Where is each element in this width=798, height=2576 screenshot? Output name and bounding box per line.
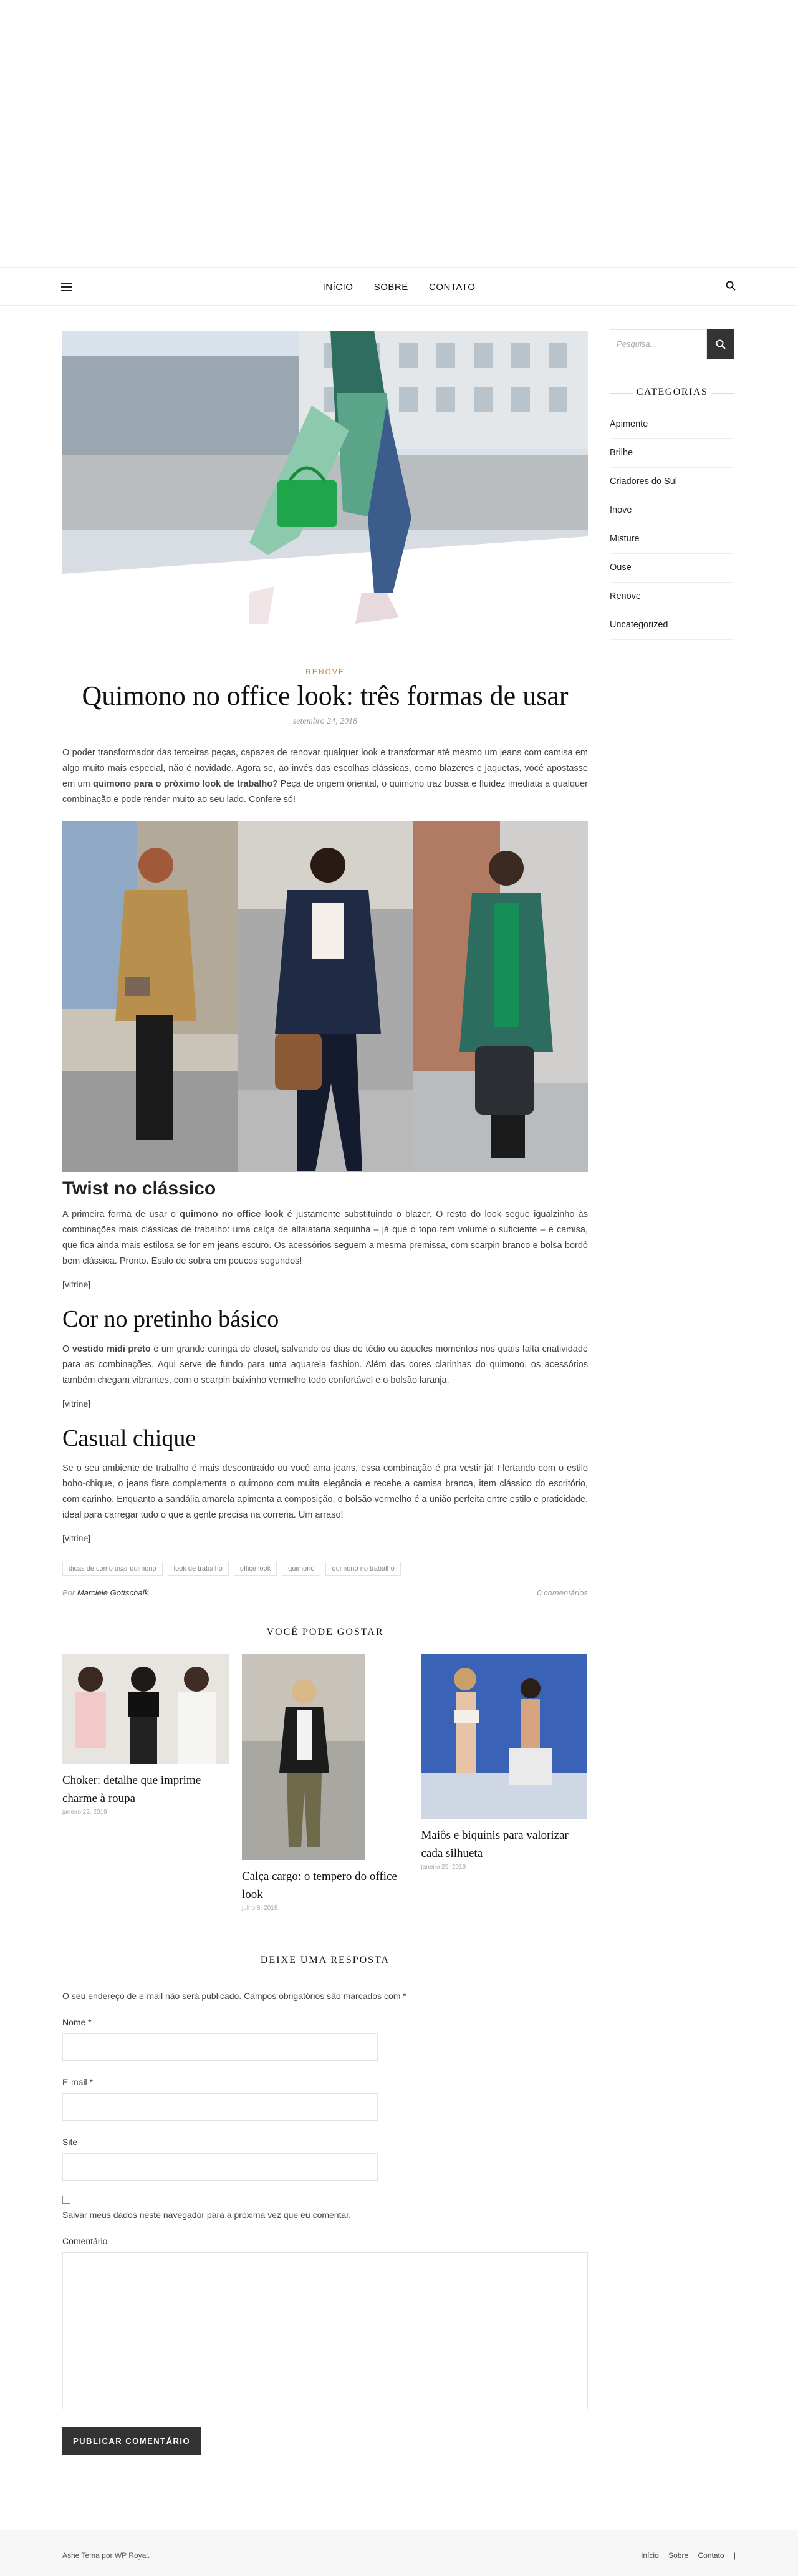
- outfit-photo-1: [62, 821, 238, 1172]
- sidebar: Pesquisa... CATEGORIAS Apimente Brilhe C…: [610, 329, 734, 640]
- nav-menu: INÍCIO SOBRE CONTATO: [0, 281, 798, 293]
- footer-link-contato[interactable]: Contato: [698, 2551, 724, 2560]
- category-link[interactable]: Brilhe: [610, 439, 734, 468]
- post-meta-row: Por Marciele Gottschalk 0 comentários: [62, 1588, 588, 1609]
- save-data-label: Salvar meus dados neste navegador para a…: [62, 2210, 352, 2220]
- vitrine-shortcode-3: [vitrine]: [62, 1533, 91, 1543]
- save-data-checkbox[interactable]: [62, 2196, 70, 2204]
- footer-credit: Ashe Tema por WP Royal.: [62, 2551, 150, 2560]
- related-post-image[interactable]: [62, 1654, 229, 1764]
- category-link[interactable]: Inove: [610, 496, 734, 525]
- category-link[interactable]: Renove: [610, 583, 734, 611]
- related-posts: Choker: detalhe que imprime charme à rou…: [62, 1654, 588, 1912]
- author-byline: Por Marciele Gottschalk: [62, 1588, 148, 1597]
- section-title-pretinho: Cor no pretinho básico: [62, 1306, 279, 1332]
- footer-separator: |: [733, 2551, 736, 2560]
- site-label: Site: [62, 2137, 78, 2147]
- category-link[interactable]: Misture: [610, 525, 734, 554]
- outfit-photo-3: [413, 821, 588, 1172]
- post-tags: dicas de como usar quimono look de traba…: [62, 1562, 588, 1576]
- related-post-date: julho 8, 2019: [242, 1905, 278, 1912]
- tag-link[interactable]: look de trabalho: [167, 1562, 229, 1576]
- category-link[interactable]: Ouse: [610, 554, 734, 583]
- category-link[interactable]: Criadores do Sul: [610, 468, 734, 496]
- post-body: O poder transformador das terceiras peça…: [62, 745, 588, 1543]
- related-post-card[interactable]: Maiôs e biquínis para valorizar cada sil…: [421, 1654, 589, 1912]
- related-post-title[interactable]: Maiôs e biquínis para valorizar cada sil…: [421, 1826, 589, 1862]
- name-label: Nome *: [62, 2017, 92, 2027]
- tag-link[interactable]: office look: [233, 1562, 277, 1576]
- post-category-tag[interactable]: RENOVE: [62, 667, 588, 676]
- comments-count-link[interactable]: 0 comentários: [537, 1588, 588, 1597]
- tag-link[interactable]: dicas de como usar quimono: [62, 1562, 163, 1576]
- tag-link[interactable]: quimono no trabalho: [325, 1562, 401, 1576]
- footer-link-inicio[interactable]: Início: [641, 2551, 659, 2560]
- section-paragraph-casual: Se o seu ambiente de trabalho é mais des…: [62, 1463, 588, 1520]
- main-navbar: INÍCIO SOBRE CONTATO: [0, 267, 798, 306]
- related-post-date: janeiro 22, 2019: [62, 1809, 107, 1816]
- nav-link-inicio[interactable]: INÍCIO: [323, 282, 353, 293]
- sidebar-search: Pesquisa...: [610, 329, 734, 359]
- footer-link-sobre[interactable]: Sobre: [668, 2551, 688, 2560]
- search-icon[interactable]: [726, 281, 736, 291]
- sidebar-search-input[interactable]: Pesquisa...: [610, 329, 707, 359]
- s2-bold: vestido midi preto: [72, 1344, 151, 1354]
- s2-text-a: O: [62, 1344, 72, 1354]
- intro-paragraph: O poder transformador das terceiras peça…: [62, 745, 588, 808]
- categories-list: Apimente Brilhe Criadores do Sul Inove M…: [610, 410, 734, 640]
- nav-link-contato[interactable]: CONTATO: [429, 282, 475, 293]
- post-title: Quimono no office look: três formas de u…: [82, 680, 569, 711]
- intro-bold: quimono para o próximo look de trabalho: [93, 779, 273, 789]
- outfit-triptych-image: [62, 821, 588, 1172]
- author-prefix: Por: [62, 1588, 77, 1597]
- related-post-title[interactable]: Calça cargo: o tempero do office look: [242, 1867, 409, 1904]
- related-post-card[interactable]: Choker: detalhe que imprime charme à rou…: [62, 1654, 229, 1912]
- category-link[interactable]: Uncategorized: [610, 611, 734, 640]
- related-post-card[interactable]: Calça cargo: o tempero do office look ju…: [242, 1654, 409, 1912]
- submit-comment-button[interactable]: PUBLICAR COMENTÁRIO: [62, 2427, 201, 2455]
- nav-link-sobre[interactable]: SOBRE: [374, 282, 408, 293]
- category-link[interactable]: Apimente: [610, 410, 734, 439]
- section-title-casual: Casual chique: [62, 1425, 196, 1451]
- search-icon: [716, 339, 726, 349]
- s1-text-a: A primeira forma de usar o: [62, 1209, 180, 1219]
- comment-section: DEIXE UMA RESPOSTA O seu endereço de e-m…: [62, 1937, 588, 2455]
- related-post-date: janeiro 25, 2019: [421, 1864, 466, 1871]
- comment-textarea[interactable]: [62, 2252, 588, 2409]
- author-link[interactable]: Marciele Gottschalk: [77, 1588, 148, 1597]
- section-title-twist: Twist no clássico: [62, 1178, 216, 1199]
- email-label: E-mail *: [62, 2077, 94, 2087]
- related-posts-title: VOCÊ PODE GOSTAR: [266, 1627, 384, 1637]
- s1-bold: quimono no office look: [180, 1209, 284, 1219]
- site-field[interactable]: [62, 2153, 378, 2181]
- related-post-title[interactable]: Choker: detalhe que imprime charme à rou…: [62, 1771, 229, 1808]
- comment-label: Comentário: [62, 2236, 108, 2246]
- vitrine-shortcode-1: [vitrine]: [62, 1279, 91, 1289]
- categories-title: CATEGORIAS: [610, 387, 734, 398]
- hero-image: [62, 331, 588, 655]
- email-field[interactable]: [62, 2093, 378, 2121]
- footer-nav: Início Sobre Contato |: [633, 2551, 736, 2560]
- section-paragraph-pretinho: O vestido midi preto é um grande curinga…: [62, 1342, 588, 1388]
- main-content: RENOVE Quimono no office look: três form…: [62, 331, 588, 2455]
- sidebar-search-button[interactable]: [707, 329, 734, 359]
- save-data-checkbox-row: [62, 2196, 588, 2204]
- header-blank-area: [0, 0, 798, 267]
- tag-link[interactable]: quimono: [282, 1562, 321, 1576]
- comment-form-title: DEIXE UMA RESPOSTA: [260, 1955, 390, 1965]
- related-post-image[interactable]: [421, 1654, 587, 1819]
- site-footer: Ashe Tema por WP Royal. Início Sobre Con…: [0, 2530, 798, 2576]
- comment-form-note: O seu endereço de e-mail não será public…: [62, 1991, 406, 2001]
- section-paragraph-twist: A primeira forma de usar o quimono no of…: [62, 1207, 588, 1269]
- vitrine-shortcode-2: [vitrine]: [62, 1398, 91, 1408]
- post-date: setembro 24, 2018: [292, 717, 358, 726]
- related-post-image[interactable]: [242, 1654, 365, 1860]
- outfit-photo-2: [238, 821, 413, 1172]
- name-field[interactable]: [62, 2033, 378, 2061]
